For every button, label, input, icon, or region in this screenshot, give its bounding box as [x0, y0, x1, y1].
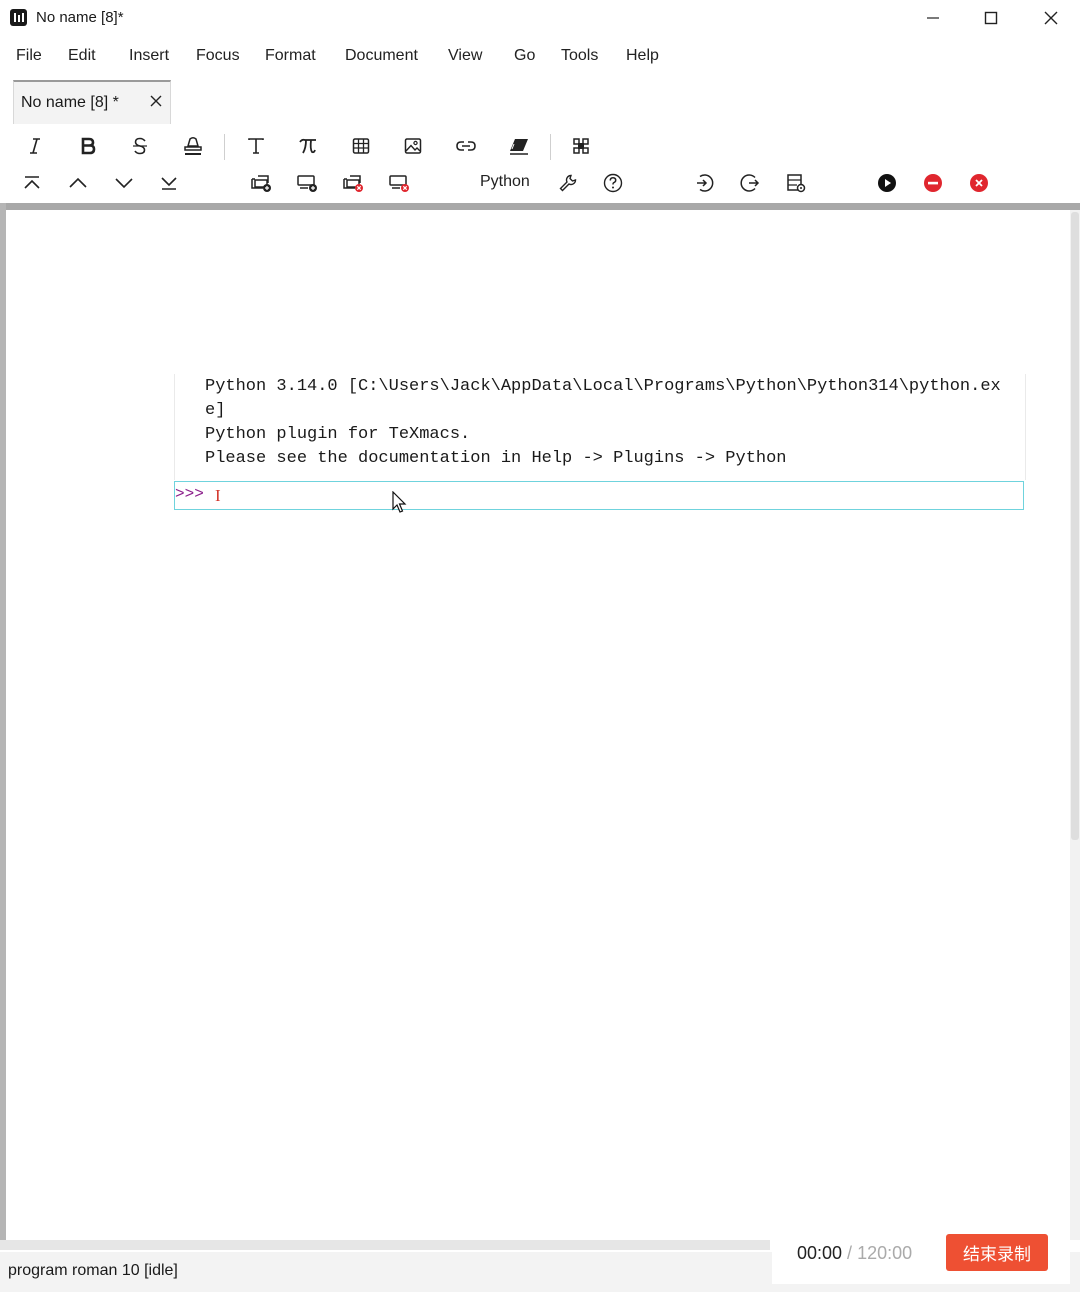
help-icon[interactable] — [595, 165, 631, 201]
table-icon[interactable] — [343, 128, 379, 164]
minimize-button[interactable] — [904, 0, 962, 36]
recording-separator: / — [842, 1243, 858, 1263]
document-canvas[interactable] — [0, 203, 1080, 1240]
close-window-button[interactable] — [1022, 0, 1080, 36]
italic-icon[interactable] — [17, 128, 53, 164]
session-language-button[interactable]: Python — [480, 173, 530, 191]
eraser-icon[interactable] — [501, 128, 537, 164]
structure-icon[interactable] — [563, 128, 599, 164]
toolbar-separator — [550, 134, 551, 160]
text-mode-icon[interactable] — [238, 128, 274, 164]
next-field-icon[interactable] — [106, 165, 142, 201]
document-top-border — [0, 203, 1080, 210]
session-prompt: >>> — [175, 485, 204, 503]
document-left-border — [0, 203, 6, 1240]
menu-edit[interactable]: Edit — [68, 47, 96, 65]
app-logo-icon — [10, 9, 27, 26]
fold-icon[interactable] — [732, 165, 768, 201]
remove-field-above-icon[interactable] — [335, 165, 371, 201]
menu-document[interactable]: Document — [345, 47, 418, 65]
output-line: Python 3.14.0 [C:\Users\Jack\AppData\Loc… — [205, 377, 1001, 396]
menu-focus[interactable]: Focus — [196, 47, 240, 65]
enter-icon[interactable] — [686, 165, 722, 201]
menu-insert[interactable]: Insert — [129, 47, 169, 65]
first-field-icon[interactable] — [14, 165, 50, 201]
recording-timer: 00:00 / 120:00 — [797, 1243, 912, 1264]
menu-file[interactable]: File — [16, 47, 42, 65]
menu-go[interactable]: Go — [514, 47, 535, 65]
insert-field-below-icon[interactable] — [289, 165, 325, 201]
output-line: Please see the documentation in Help -> … — [205, 449, 787, 468]
toolbar-separator — [224, 134, 225, 160]
menu-format[interactable]: Format — [265, 47, 316, 65]
close-icon — [1044, 11, 1058, 25]
insert-field-above-icon[interactable] — [243, 165, 279, 201]
mouse-pointer-icon — [392, 491, 407, 513]
tab-label: No name [8] * — [21, 94, 119, 111]
output-line: Python plugin for TeXmacs. — [205, 425, 471, 444]
last-field-icon[interactable] — [151, 165, 187, 201]
recording-elapsed: 00:00 — [797, 1243, 843, 1263]
session-input-field[interactable]: >>> I — [174, 481, 1024, 510]
text-color-icon[interactable] — [175, 128, 211, 164]
link-icon[interactable] — [448, 128, 484, 164]
format-toolbar — [0, 128, 1080, 164]
evaluate-icon[interactable] — [869, 165, 905, 201]
output-line: e] — [205, 401, 226, 420]
maximize-icon — [984, 11, 998, 25]
horizontal-scrollbar[interactable] — [0, 1240, 770, 1250]
menu-help[interactable]: Help — [626, 47, 659, 65]
bold-icon[interactable] — [70, 128, 106, 164]
tab-document[interactable]: No name [8] * — [13, 80, 171, 124]
menu-tools[interactable]: Tools — [561, 47, 598, 65]
wrench-icon[interactable] — [550, 165, 586, 201]
stop-recording-button[interactable]: 结束录制 — [946, 1234, 1048, 1271]
minimize-icon — [927, 17, 939, 19]
maximize-button[interactable] — [962, 0, 1020, 36]
remove-field-below-icon[interactable] — [381, 165, 417, 201]
tab-bar: No name [8] * — [0, 78, 1080, 124]
text-caret: I — [215, 486, 221, 505]
recording-panel: 00:00 / 120:00 结束录制 — [772, 1226, 1070, 1284]
menu-view[interactable]: View — [448, 47, 482, 65]
menu-bar: File Edit Insert Focus Format Document V… — [0, 38, 1080, 74]
session-settings-icon[interactable] — [778, 165, 814, 201]
image-icon[interactable] — [395, 128, 431, 164]
tab-close-icon[interactable] — [150, 95, 162, 107]
previous-field-icon[interactable] — [60, 165, 96, 201]
strikethrough-icon[interactable] — [122, 128, 158, 164]
window-title: No name [8]* — [36, 9, 124, 26]
session-toolbar: Python — [0, 165, 1080, 201]
status-text: program roman 10 [idle] — [8, 1262, 178, 1279]
stop-icon[interactable] — [961, 165, 997, 201]
title-bar: No name [8]* — [0, 0, 1080, 36]
math-mode-icon[interactable] — [290, 128, 326, 164]
session-output: Python 3.14.0 [C:\Users\Jack\AppData\Loc… — [174, 374, 1026, 480]
recording-total: 120:00 — [857, 1243, 913, 1263]
vertical-scrollbar-thumb[interactable] — [1071, 212, 1079, 840]
interrupt-icon[interactable] — [915, 165, 951, 201]
